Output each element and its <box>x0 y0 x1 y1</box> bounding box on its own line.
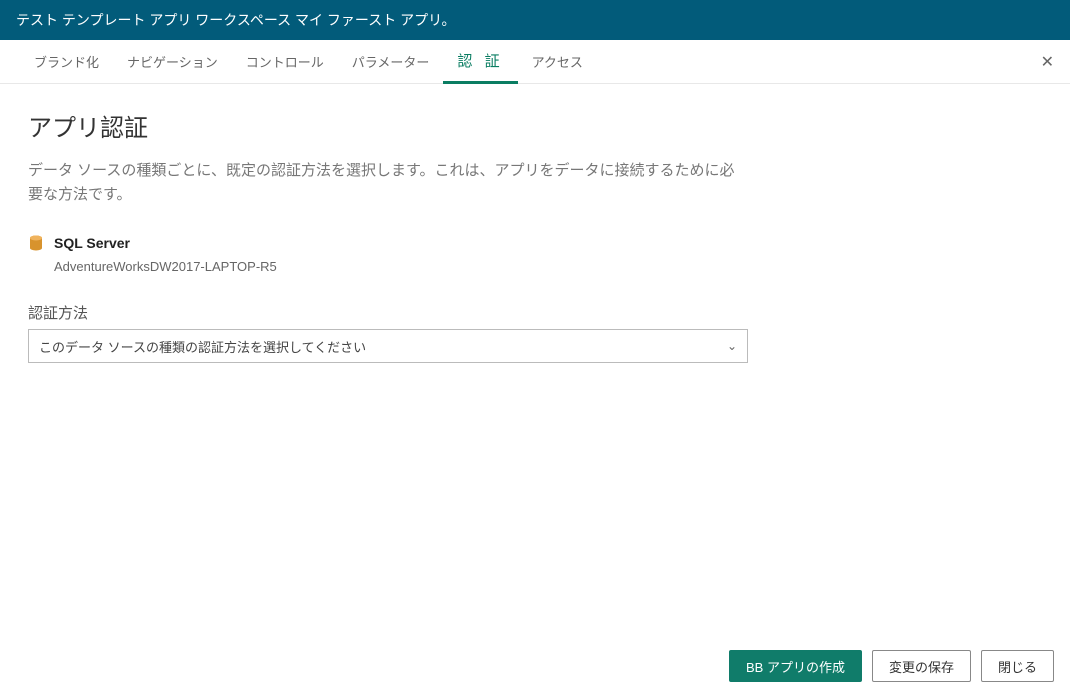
tab-branding[interactable]: ブランド化 <box>20 40 113 84</box>
tab-access[interactable]: アクセス <box>518 40 597 84</box>
header-bar: テスト テンプレート アプリ ワークスペース マイ ファースト アプリ。 <box>0 0 1070 40</box>
page-title: アプリ認証 <box>28 108 1042 143</box>
database-icon <box>28 235 44 251</box>
content-area: アプリ認証 データ ソースの種類ごとに、既定の認証方法を選択します。これは、アプ… <box>0 84 1070 638</box>
save-changes-button[interactable]: 変更の保存 <box>872 650 971 682</box>
tab-parameters[interactable]: パラメーター <box>338 40 444 84</box>
page-description: データ ソースの種類ごとに、既定の認証方法を選択します。これは、アプリをデータに… <box>28 159 748 207</box>
data-source-detail: AdventureWorksDW2017-LAPTOP-R5 <box>54 259 1042 274</box>
data-source-header: SQL Server <box>28 235 1042 251</box>
auth-method-label: 認証方法 <box>28 302 1042 323</box>
header-title: テスト テンプレート アプリ ワークスペース マイ ファースト アプリ。 <box>16 10 456 30</box>
tab-navigation[interactable]: ナビゲーション <box>113 40 232 84</box>
tabs-row: ブランド化 ナビゲーション コントロール パラメーター 認 証 アクセス ✕ <box>0 40 1070 84</box>
close-button[interactable]: 閉じる <box>981 650 1054 682</box>
close-icon[interactable]: ✕ <box>1041 52 1054 72</box>
tab-auth[interactable]: 認 証 <box>443 40 517 84</box>
footer-actions: BB アプリの作成 変更の保存 閉じる <box>0 638 1070 694</box>
auth-method-placeholder: このデータ ソースの種類の認証方法を選択してください <box>39 337 366 356</box>
chevron-down-icon: ⌄ <box>727 339 737 353</box>
auth-method-select[interactable]: このデータ ソースの種類の認証方法を選択してください ⌄ <box>28 329 748 363</box>
tab-control[interactable]: コントロール <box>232 40 338 84</box>
data-source-section: SQL Server AdventureWorksDW2017-LAPTOP-R… <box>28 235 1042 274</box>
create-app-button[interactable]: BB アプリの作成 <box>729 650 862 682</box>
data-source-name: SQL Server <box>54 235 130 251</box>
